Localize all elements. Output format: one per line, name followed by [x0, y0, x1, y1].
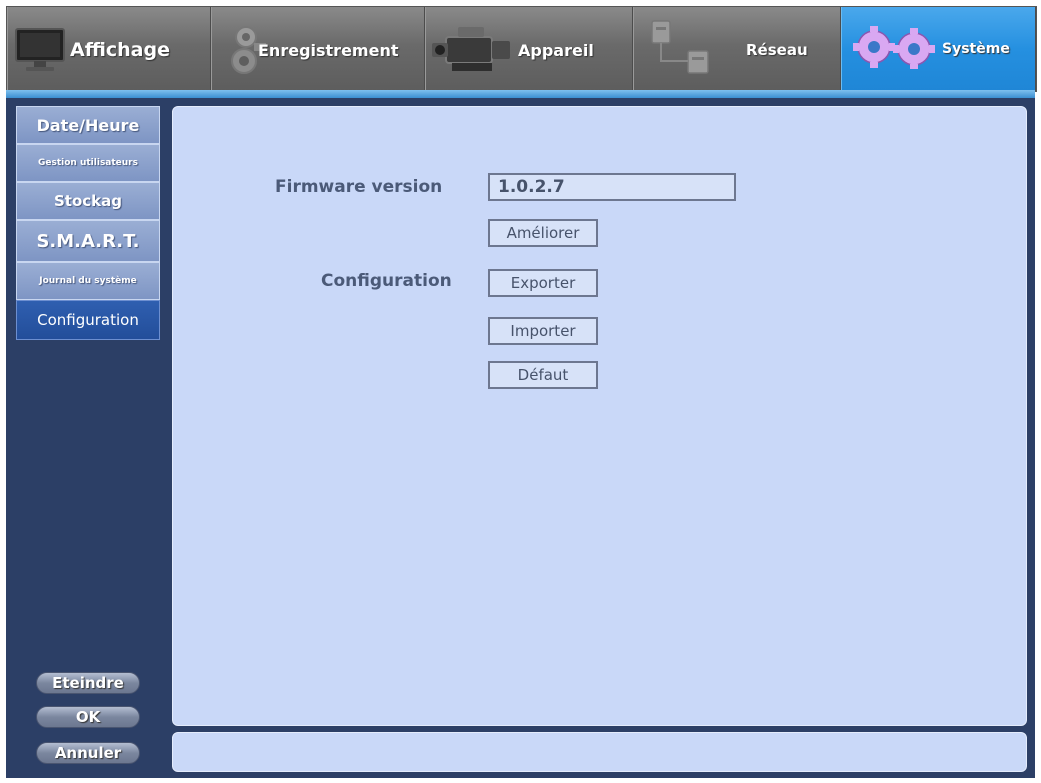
tab-underline: [6, 90, 1035, 98]
tab-appareil[interactable]: Appareil: [425, 7, 633, 91]
sidebar-item-label: Stockag: [53, 192, 122, 210]
camcorder-icon: [432, 27, 510, 71]
shutdown-button-label: Eteindre: [52, 674, 124, 692]
upgrade-button[interactable]: Améliorer: [488, 219, 598, 247]
configuration-label: Configuration: [321, 271, 452, 291]
cancel-button[interactable]: Annuler: [36, 742, 140, 764]
gears-icon: [853, 26, 935, 69]
main-area: Date/Heure Gestion utilisateurs Stockag …: [6, 98, 1035, 778]
cancel-button-label: Annuler: [54, 744, 122, 762]
tab-systeme[interactable]: Système: [841, 7, 1036, 91]
ok-button-label: OK: [75, 708, 101, 726]
tab-label: Appareil: [518, 41, 594, 60]
export-button[interactable]: Exporter: [488, 269, 598, 297]
sidebar-item-date-heure[interactable]: Date/Heure: [16, 106, 160, 144]
network-icon: [651, 20, 709, 74]
app-window: Affichage Enregistrement Appareil Réseau…: [0, 0, 1041, 783]
ok-button[interactable]: OK: [36, 706, 140, 728]
tab-label: Affichage: [70, 39, 170, 61]
sidebar-item-label: Configuration: [37, 311, 139, 329]
shutdown-button[interactable]: Eteindre: [36, 672, 140, 694]
top-tab-bar: Affichage Enregistrement Appareil Réseau…: [6, 6, 1037, 92]
firmware-label: Firmware version: [275, 177, 443, 197]
tab-label: Réseau: [746, 41, 808, 59]
sidebar-item-configuration[interactable]: Configuration: [16, 300, 160, 340]
tab-label: Système: [942, 41, 1010, 57]
tab-enregistrement[interactable]: Enregistrement: [211, 7, 425, 91]
tab-affichage[interactable]: Affichage: [7, 7, 211, 91]
sidebar-item-label: Gestion utilisateurs: [38, 158, 138, 168]
sidebar-item-journal[interactable]: Journal du système: [16, 262, 160, 300]
content-panel: Firmware version 1.0.2.7 Améliorer Confi…: [172, 106, 1027, 726]
tab-label: Enregistrement: [258, 41, 399, 60]
sidebar-item-stockage[interactable]: Stockag: [16, 182, 160, 220]
import-button[interactable]: Importer: [488, 317, 598, 345]
sidebar-item-label: S.M.A.R.T.: [36, 230, 140, 252]
monitor-icon: [15, 28, 65, 71]
sidebar: Date/Heure Gestion utilisateurs Stockag …: [16, 106, 160, 770]
default-button[interactable]: Défaut: [488, 361, 598, 389]
status-bar: [172, 732, 1027, 772]
sidebar-item-label: Journal du système: [39, 276, 137, 286]
firmware-version-field: 1.0.2.7: [488, 173, 736, 201]
tab-reseau[interactable]: Réseau: [633, 7, 841, 91]
sidebar-item-label: Date/Heure: [36, 115, 140, 135]
sidebar-item-smart[interactable]: S.M.A.R.T.: [16, 220, 160, 262]
sidebar-item-gestion-utilisateurs[interactable]: Gestion utilisateurs: [16, 144, 160, 182]
